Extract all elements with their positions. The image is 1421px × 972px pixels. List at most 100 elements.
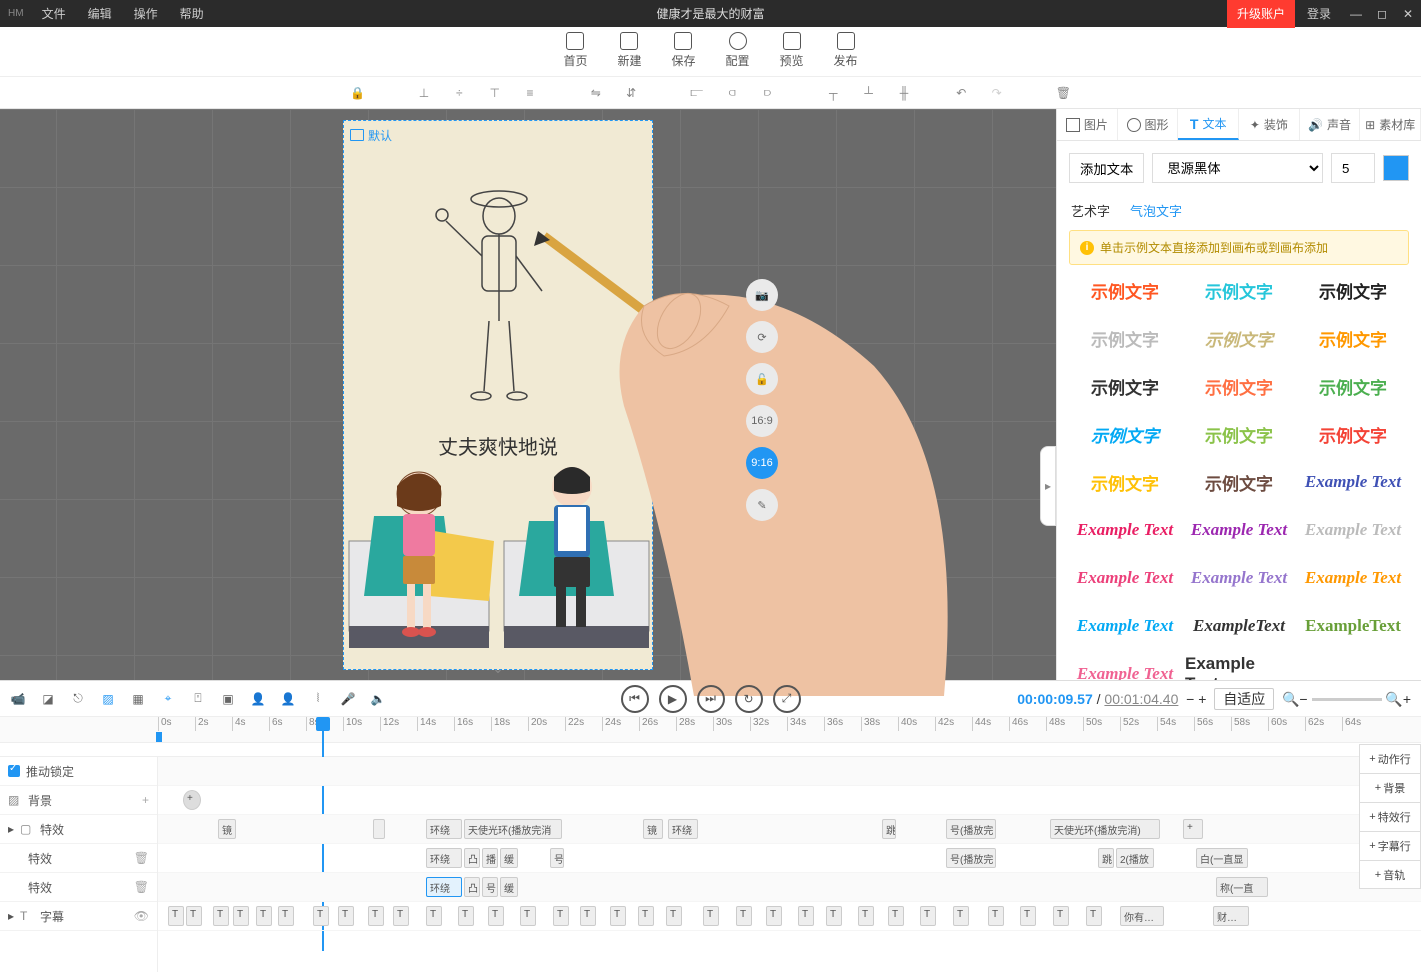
sample-text[interactable]: 示例文字 bbox=[1299, 419, 1407, 449]
subtitle-clip[interactable]: T bbox=[736, 906, 752, 926]
start-marker[interactable] bbox=[156, 732, 162, 742]
panel-collapse-handle[interactable]: ▸ bbox=[1040, 446, 1056, 526]
tool-new[interactable]: 新建 bbox=[617, 32, 641, 76]
align-right-icon[interactable]: ⫐ bbox=[761, 85, 774, 101]
subtitle-clip[interactable]: T bbox=[888, 906, 904, 926]
diag-icon[interactable]: ▨ bbox=[100, 691, 116, 707]
subtitle-clip[interactable]: T bbox=[256, 906, 272, 926]
track-fx3[interactable]: 特效🗑 bbox=[0, 873, 157, 902]
timeline-clip[interactable]: 天使光环(播放完消) bbox=[1050, 819, 1160, 839]
subtitle-clip[interactable]: T bbox=[520, 906, 536, 926]
sample-text[interactable]: Example Text bbox=[1071, 611, 1179, 641]
sample-text[interactable]: 示例文字 bbox=[1185, 275, 1293, 305]
sample-text[interactable]: Example Text bbox=[1299, 515, 1407, 545]
timeline-clip[interactable]: 称(一直 bbox=[1216, 877, 1268, 897]
timeline-clip[interactable]: 环绕 bbox=[668, 819, 698, 839]
subtitle-clip[interactable]: T bbox=[1086, 906, 1102, 926]
subtitle-clip[interactable]: T bbox=[213, 906, 229, 926]
fx-row1-body[interactable]: 镜环绕天使光环(播放完消镜环绕跳号(播放完天使光环(播放完消)+ bbox=[158, 815, 1421, 844]
minimize-button[interactable]: — bbox=[1343, 7, 1369, 21]
track-bg[interactable]: ▨背景+ bbox=[0, 786, 157, 815]
sample-text[interactable]: 示例文字 bbox=[1299, 371, 1407, 401]
subtitle-clip[interactable]: T bbox=[766, 906, 782, 926]
chevron-icon[interactable]: ▸ bbox=[8, 822, 14, 836]
tab-image[interactable]: 图片 bbox=[1057, 109, 1118, 140]
timeline-clip[interactable]: 号(播放完 bbox=[946, 819, 996, 839]
sample-text[interactable]: 示例文字 bbox=[1185, 467, 1293, 497]
subtitle-clip[interactable]: T bbox=[666, 906, 682, 926]
add-action-row[interactable]: + 动作行 bbox=[1359, 744, 1421, 773]
sample-text[interactable]: 示例文字 bbox=[1299, 275, 1407, 305]
menu-edit[interactable]: 编辑 bbox=[78, 1, 122, 26]
delete-icon[interactable]: 🗑 bbox=[134, 851, 149, 865]
zoom-in-icon[interactable]: + bbox=[1198, 691, 1206, 707]
maximize-button[interactable]: ◻ bbox=[1369, 7, 1395, 21]
zoom-out-icon[interactable]: − bbox=[1186, 691, 1194, 707]
color-picker[interactable] bbox=[1383, 155, 1409, 181]
sync-button[interactable]: ⟳ bbox=[746, 321, 778, 353]
sample-text[interactable]: 示例文字 bbox=[1071, 371, 1179, 401]
subtitle-clip[interactable]: T bbox=[278, 906, 294, 926]
lock-icon[interactable]: 🔒 bbox=[350, 85, 365, 101]
prev-button[interactable]: ⏮ bbox=[621, 685, 649, 713]
align-top-icon[interactable]: ⊤ bbox=[488, 85, 501, 101]
stage[interactable]: 默认 bbox=[343, 120, 653, 670]
timeline-clip[interactable]: 凸 bbox=[464, 848, 480, 868]
trash-icon[interactable]: 🗑 bbox=[1056, 85, 1071, 101]
text-track-icon[interactable]: ⍞ bbox=[190, 691, 206, 707]
camera-button[interactable]: 📷 bbox=[746, 279, 778, 311]
subtitle-clip[interactable]: T bbox=[338, 906, 354, 926]
search-icon[interactable]: ⌖ bbox=[160, 691, 176, 707]
crop-icon[interactable]: ◪ bbox=[40, 691, 56, 707]
timeline-clip[interactable]: 跳 bbox=[882, 819, 896, 839]
unlock-button[interactable]: 🔓 bbox=[746, 363, 778, 395]
align-middle-icon[interactable]: ÷ bbox=[453, 85, 466, 101]
subtitle-clip[interactable]: T bbox=[703, 906, 719, 926]
export-icon[interactable]: ⎋ bbox=[70, 691, 86, 707]
tool-save[interactable]: 保存 bbox=[671, 32, 695, 76]
playhead[interactable] bbox=[316, 717, 330, 731]
upgrade-button[interactable]: 升级账户 bbox=[1227, 0, 1295, 28]
sample-text[interactable]: 示例文字 bbox=[1185, 419, 1293, 449]
sample-text[interactable]: Example Text bbox=[1185, 515, 1293, 545]
zoom-in2-icon[interactable]: 🔍+ bbox=[1385, 691, 1411, 707]
subtab-bubble[interactable]: 气泡文字 bbox=[1130, 201, 1182, 220]
redo-icon[interactable]: ↷ bbox=[990, 85, 1003, 101]
volume-icon[interactable]: 🔈 bbox=[370, 691, 386, 707]
next-button[interactable]: ⏭ bbox=[697, 685, 725, 713]
track-subtitle[interactable]: ▸T字幕👁 bbox=[0, 902, 157, 931]
person-icon[interactable]: 👤 bbox=[250, 691, 266, 707]
distribute-v-icon[interactable]: ┴ bbox=[862, 85, 875, 101]
add-fx-row[interactable]: + 特效行 bbox=[1359, 802, 1421, 831]
subtitle-clip[interactable]: T bbox=[920, 906, 936, 926]
timeline-clip[interactable]: 号 bbox=[550, 848, 564, 868]
fx-row3-body[interactable]: 环绕凸号缓称(一直 bbox=[158, 873, 1421, 902]
wave-icon[interactable]: ⦚ bbox=[310, 691, 326, 707]
sample-text[interactable]: 示例文字 bbox=[1071, 467, 1179, 497]
tab-shape[interactable]: 图形 bbox=[1118, 109, 1179, 140]
subtitle-clip[interactable]: T bbox=[580, 906, 596, 926]
subtitle-clip[interactable]: T bbox=[1053, 906, 1069, 926]
subtitle-clip[interactable]: T bbox=[610, 906, 626, 926]
add-subtitle-row[interactable]: + 字幕行 bbox=[1359, 831, 1421, 860]
timeline-clip[interactable] bbox=[373, 819, 385, 839]
mic-icon[interactable]: 🎤 bbox=[340, 691, 356, 707]
sample-text[interactable]: 示例文字 bbox=[1071, 323, 1179, 353]
timeline-clip[interactable]: 环绕 bbox=[426, 848, 462, 868]
sample-text[interactable]: Example Text bbox=[1185, 563, 1293, 593]
timeline-clip[interactable]: 2(播放 bbox=[1116, 848, 1154, 868]
sample-text[interactable]: Example Text bbox=[1071, 659, 1179, 680]
pushlock-checkbox[interactable] bbox=[8, 765, 20, 777]
timeline-ruler[interactable]: 0s2s4s6s8s10s12s14s16s18s20s22s24s26s28s… bbox=[0, 717, 1421, 743]
align-hcenter-icon[interactable]: ⫏ bbox=[726, 85, 739, 101]
timeline-clip[interactable]: 跳 bbox=[1098, 848, 1114, 868]
timeline-clip[interactable]: 号 bbox=[482, 877, 498, 897]
sample-text[interactable]: 示例文字 bbox=[1071, 275, 1179, 305]
tool-config[interactable]: 配置 bbox=[726, 32, 750, 76]
timeline-clip[interactable]: + bbox=[1183, 819, 1203, 839]
grid-icon[interactable]: ▦ bbox=[130, 691, 146, 707]
distribute-h-icon[interactable]: ┬ bbox=[827, 85, 840, 101]
camera-icon[interactable]: 📹 bbox=[10, 691, 26, 707]
fx-row2-body[interactable]: 环绕凸播缓号号(播放完跳2(播放白(一直显 bbox=[158, 844, 1421, 873]
close-button[interactable]: ✕ bbox=[1395, 7, 1421, 21]
